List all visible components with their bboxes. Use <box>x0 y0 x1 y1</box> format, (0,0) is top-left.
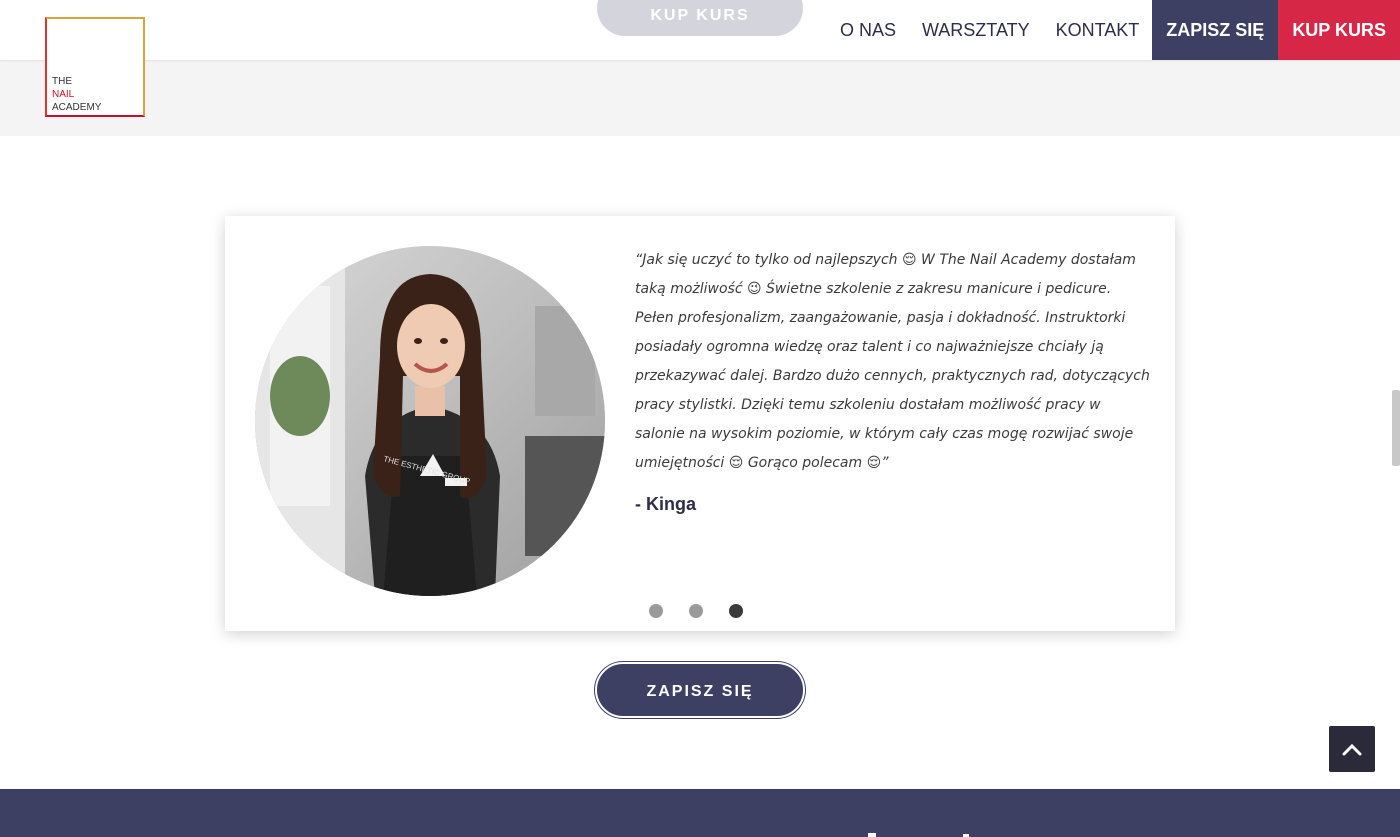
footer-decoration <box>868 833 876 837</box>
logo-line-2: NAIL <box>52 89 75 100</box>
site-footer <box>0 789 1400 837</box>
header-spacer <box>0 60 1400 136</box>
portrait-illustration: THE ESTHETIC GROUP <box>255 246 605 596</box>
nav-item-about[interactable]: O NAS <box>827 0 909 60</box>
carousel-dots <box>649 604 743 618</box>
site-header: KUP KURS O NAS WARSZTATY KONTAKT ZAPISZ … <box>0 0 1400 60</box>
site-logo[interactable]: THE NAIL ACADEMY <box>45 17 145 117</box>
buy-course-ghost-label: KUP KURS <box>650 7 750 24</box>
nav-item-sign-up[interactable]: ZAPISZ SIĘ <box>1152 0 1279 60</box>
sign-up-button[interactable]: ZAPISZ SIĘ <box>595 662 805 718</box>
nav-item-workshops[interactable]: WARSZTATY <box>909 0 1043 60</box>
testimonial-card: THE ESTHETIC GROUP “Jak się uczyć to tyl… <box>225 216 1175 631</box>
scrollbar-thumb[interactable] <box>1392 390 1400 466</box>
testimonial-quote: “Jak się uczyć to tylko od najlepszych 😌… <box>635 252 1150 471</box>
nav-item-buy-course[interactable]: KUP KURS <box>1278 0 1400 60</box>
testimonial-photo: THE ESTHETIC GROUP <box>255 246 605 596</box>
carousel-dot-2[interactable] <box>689 604 703 618</box>
carousel-dot-1[interactable] <box>649 604 663 618</box>
logo-line-3: ACADEMY <box>52 102 102 113</box>
nav-item-contact[interactable]: KONTAKT <box>1043 0 1153 60</box>
logo-line-1: THE <box>52 76 72 87</box>
back-to-top-button[interactable] <box>1329 726 1375 772</box>
chevron-up-icon <box>1342 743 1362 756</box>
carousel-dot-3[interactable] <box>729 604 743 618</box>
testimonial-author: - Kinga <box>635 494 696 514</box>
logo-text: THE NAIL ACADEMY <box>52 75 101 114</box>
main-nav: O NAS WARSZTATY KONTAKT ZAPISZ SIĘ KUP K… <box>827 0 1400 60</box>
buy-course-button-ghost[interactable]: KUP KURS <box>597 0 803 36</box>
